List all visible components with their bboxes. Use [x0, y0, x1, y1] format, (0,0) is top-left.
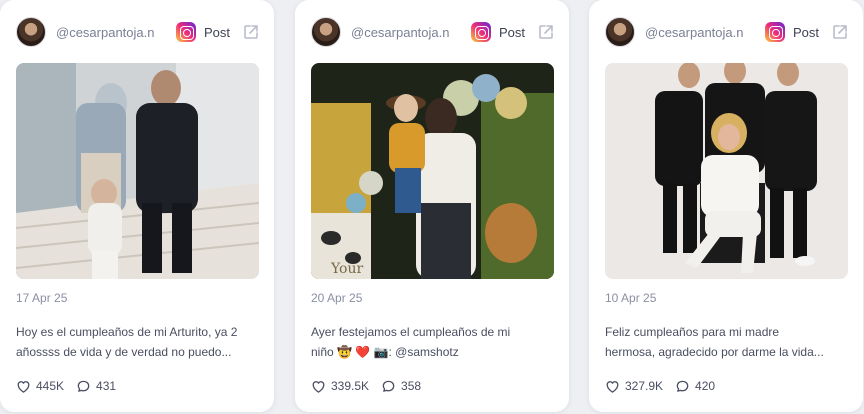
post-image[interactable]: Your — [311, 63, 554, 279]
caption-line: Ayer festejamos el cumpleaños de mi — [311, 325, 511, 339]
comments-stat: 420 — [675, 379, 715, 394]
caption-line: Hoy es el cumpleaños de mi Arturito, ya … — [16, 325, 238, 339]
instagram-icon — [764, 22, 785, 42]
post-date: 20 Apr 25 — [311, 291, 363, 305]
username-handle[interactable]: @cesarpantoja.n — [351, 25, 471, 40]
avatar[interactable] — [605, 17, 635, 47]
engagement-stats: 445K 431 — [16, 377, 128, 395]
engagement-stats: 339.5K 358 — [311, 377, 433, 395]
likes-count: 445K — [36, 379, 65, 393]
caption-line: niño 🤠 ❤️ 📷: @samshotz — [311, 345, 459, 359]
avatar[interactable] — [311, 17, 341, 47]
instagram-icon — [470, 22, 491, 42]
svg-text:Your: Your — [330, 261, 363, 277]
external-link-icon[interactable] — [537, 23, 555, 41]
post-caption[interactable]: Feliz cumpleaños para mi madre hermosa, … — [605, 322, 849, 362]
post-image[interactable] — [605, 63, 848, 279]
heart-icon — [17, 380, 30, 393]
post-caption[interactable]: Ayer festejamos el cumpleaños de mi niño… — [311, 322, 555, 362]
post-card[interactable]: @cesarpantoja.n Post — [0, 0, 274, 412]
post-image[interactable] — [16, 63, 259, 279]
caption-line: hermosa, agradecido por darme la vida... — [605, 345, 824, 359]
caption-line: Feliz cumpleaños para mi madre — [605, 325, 780, 339]
external-link-icon[interactable] — [242, 23, 260, 41]
username-handle[interactable]: @cesarpantoja.n — [645, 25, 765, 40]
post-type-label: Post — [498, 24, 525, 40]
likes-stat: 339.5K — [311, 379, 369, 394]
post-caption[interactable]: Hoy es el cumpleaños de mi Arturito, ya … — [16, 322, 260, 362]
post-date: 10 Apr 25 — [605, 291, 657, 305]
comments-count: 358 — [401, 379, 422, 393]
card-header: @cesarpantoja.n Post — [16, 16, 260, 48]
comment-icon — [382, 380, 395, 392]
comments-stat: 431 — [76, 379, 116, 394]
post-type-label: Post — [792, 24, 819, 40]
comment-icon — [676, 380, 689, 392]
heart-icon — [606, 380, 619, 393]
avatar[interactable] — [16, 17, 46, 47]
card-header: @cesarpantoja.n Post — [605, 16, 849, 48]
post-card[interactable]: @cesarpantoja.n Post — [589, 0, 863, 412]
caption-line: añossss de vida y de verdad no puedo... — [16, 345, 232, 359]
comments-count: 431 — [96, 379, 117, 393]
instagram-icon — [175, 22, 196, 42]
external-link-icon[interactable] — [831, 23, 849, 41]
likes-stat: 445K — [16, 379, 64, 394]
likes-count: 327.9K — [625, 379, 664, 393]
comments-count: 420 — [695, 379, 716, 393]
post-date: 17 Apr 25 — [16, 291, 68, 305]
username-handle[interactable]: @cesarpantoja.n — [56, 25, 176, 40]
engagement-stats: 327.9K 420 — [605, 377, 727, 395]
comments-stat: 358 — [381, 379, 421, 394]
post-type-label: Post — [203, 24, 230, 40]
comment-icon — [77, 380, 90, 392]
likes-stat: 327.9K — [605, 379, 663, 394]
likes-count: 339.5K — [331, 379, 370, 393]
card-header: @cesarpantoja.n Post — [311, 16, 555, 48]
heart-icon — [312, 380, 325, 393]
post-card[interactable]: @cesarpantoja.n Post — [295, 0, 569, 412]
